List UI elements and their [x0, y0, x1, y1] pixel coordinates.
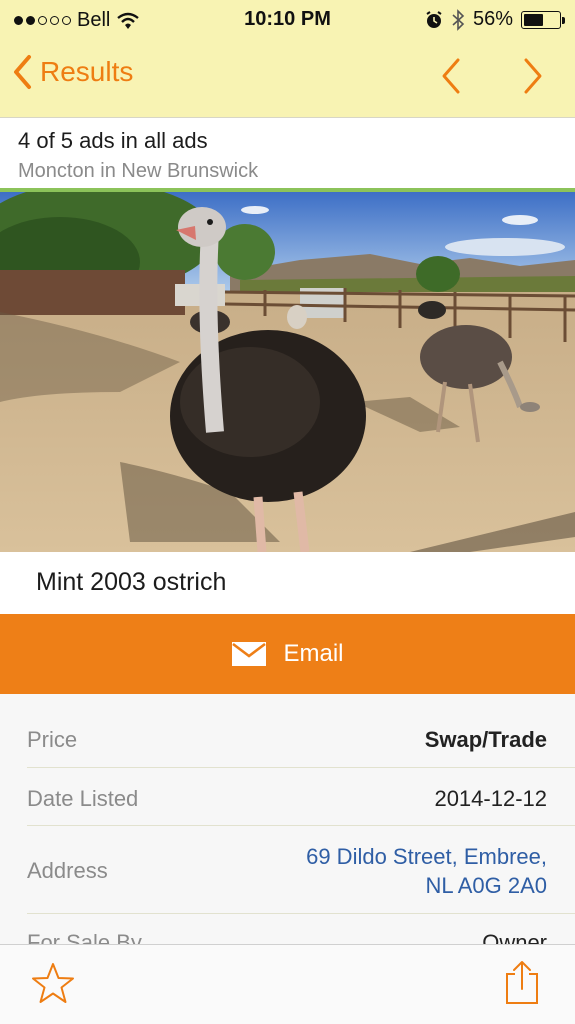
address-line-1: 69 Dildo Street, Embree,	[306, 844, 547, 869]
alarm-icon	[426, 10, 442, 28]
details-table: Price Swap/Trade Date Listed 2014-12-12 …	[0, 694, 575, 944]
star-icon	[32, 963, 74, 1003]
email-label: Email	[283, 640, 344, 667]
battery-percent: 56%	[472, 8, 513, 30]
favorite-button[interactable]	[30, 961, 76, 1012]
listing-photo[interactable]	[0, 192, 575, 552]
chevron-left-icon	[14, 55, 31, 89]
ostrich-photo	[0, 192, 575, 552]
share-button[interactable]	[504, 959, 540, 1010]
detail-row-address: Address 69 Dildo Street, Embree, NL A0G …	[27, 826, 575, 914]
detail-label: Address	[27, 858, 108, 883]
detail-row-seller: For Sale By Owner	[27, 914, 575, 944]
detail-row-price: Price Swap/Trade	[27, 694, 575, 768]
top-bar: Bell 10:10 PM 56% Results	[0, 0, 575, 118]
status-bar: Bell 10:10 PM 56%	[0, 0, 575, 38]
email-button[interactable]: Email	[0, 614, 575, 694]
detail-label: Price	[27, 727, 78, 752]
listing-title: Mint 2003 ostrich	[36, 568, 227, 596]
envelope-icon	[232, 642, 267, 666]
detail-label: For Sale By	[27, 930, 142, 944]
next-ad-button[interactable]	[514, 56, 550, 96]
detail-label: Date Listed	[27, 786, 139, 811]
bluetooth-icon	[452, 8, 465, 31]
address-line-2: NL A0G 2A0	[425, 873, 547, 898]
back-button[interactable]: Results	[12, 54, 133, 90]
detail-value: 2014-12-12	[434, 786, 547, 811]
detail-value: Swap/Trade	[424, 727, 547, 752]
address-link[interactable]: 69 Dildo Street, Embree, NL A0G 2A0	[306, 842, 547, 900]
nav-bar: Results	[0, 40, 575, 116]
chevron-right-icon	[524, 58, 542, 94]
ad-location-text: Moncton in New Brunswick	[18, 160, 259, 182]
back-label: Results	[40, 56, 134, 87]
breadcrumb: 4 of 5 ads in all ads Moncton in New Bru…	[0, 118, 575, 192]
previous-ad-button[interactable]	[434, 56, 470, 96]
listing-title-row: Mint 2003 ostrich	[0, 552, 575, 614]
ad-position-text: 4 of 5 ads in all ads	[18, 128, 208, 153]
battery-icon	[521, 10, 565, 29]
bottom-toolbar	[0, 944, 575, 1024]
detail-value: Owner	[482, 930, 547, 944]
detail-row-date: Date Listed 2014-12-12	[27, 768, 575, 826]
battery-fill	[524, 13, 544, 26]
status-right: 56%	[425, 8, 565, 31]
share-icon	[506, 961, 538, 1004]
chevron-left-icon	[442, 58, 460, 94]
